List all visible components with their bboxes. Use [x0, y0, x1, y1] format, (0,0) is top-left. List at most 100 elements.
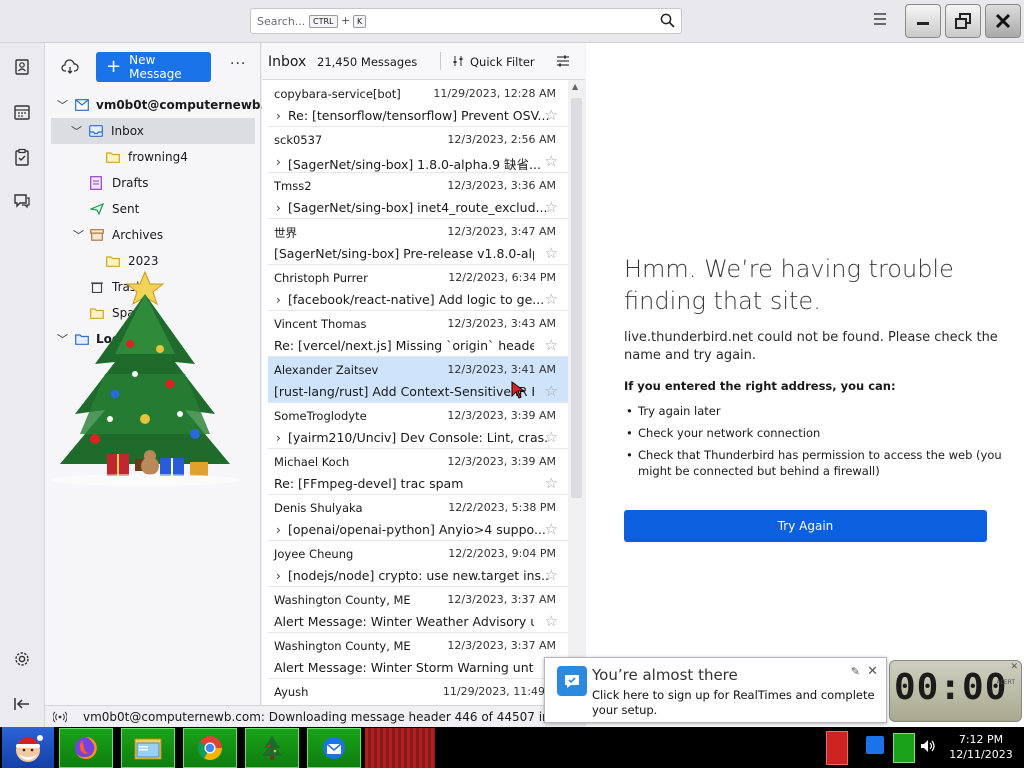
start-button[interactable] — [2, 727, 54, 768]
online-status-icon[interactable] — [53, 711, 67, 723]
thread-chevron-icon[interactable]: › — [276, 109, 281, 123]
message-row[interactable]: Christoph Purrer 12/2/2023, 6:34 PM › [face… — [268, 265, 568, 311]
get-messages-icon[interactable] — [61, 59, 79, 75]
folder-inbox[interactable]: ﹀ Inbox — [51, 118, 255, 144]
star-icon[interactable]: ☆ — [545, 612, 558, 630]
error-title: Hmm. We’re having trouble finding that s… — [624, 255, 954, 315]
search-input[interactable]: Search... CTRL + K — [250, 8, 682, 34]
message-subject: [openai/openai-python] Anyio>4 suppo... — [288, 522, 546, 537]
message-sender: Alexander Zaitsev — [274, 363, 379, 377]
address-book-button[interactable] — [7, 52, 37, 82]
star-icon[interactable]: ☆ — [545, 520, 558, 538]
taskbar-clock[interactable]: 7:12 PM 12/11/2023 — [944, 732, 1018, 762]
taskbar-chrome[interactable] — [183, 728, 237, 768]
star-icon[interactable]: ☆ — [545, 152, 558, 170]
message-row[interactable]: copybara-service[bot] 11/29/2023, 12:28 A… — [268, 81, 568, 127]
minimize-button[interactable] — [905, 4, 941, 38]
message-sender: Christoph Purrer — [274, 271, 368, 285]
message-row[interactable]: Denis Shulyaka 12/2/2023, 5:38 PM › [openai… — [268, 495, 568, 541]
close-window-button[interactable] — [985, 4, 1021, 38]
taskbar-thunderbird[interactable] — [307, 728, 361, 768]
message-row[interactable]: Washington County, ME 12/3/2023, 3:37 AM A… — [268, 587, 568, 633]
chevron-down-icon: ﹀ — [57, 99, 68, 112]
account-row[interactable]: ﹀ vm0b0t@computernewb... — [45, 92, 274, 118]
settings-button[interactable] — [7, 644, 37, 674]
taskbar-file-explorer[interactable] — [121, 728, 175, 768]
thunderbird-window: Search... CTRL + K + New Message ··· ﹀ v… — [0, 0, 1024, 768]
desktop-clock-widget: 00:00 ALERT ✕ — [889, 660, 1022, 722]
thread-chevron-icon[interactable]: › — [276, 431, 281, 445]
volume-icon[interactable] — [920, 739, 936, 753]
status-bar: vm0b0t@computernewb.com: Downloading mes… — [45, 705, 586, 746]
star-icon[interactable]: ☆ — [545, 336, 558, 354]
folder-sent[interactable]: Sent — [45, 196, 261, 222]
thread-chevron-icon[interactable]: › — [276, 155, 281, 169]
taskbar-window-button[interactable] — [365, 728, 435, 768]
taskbar-firefox[interactable] — [59, 728, 113, 768]
message-date: 12/3/2023, 3:41 AM — [447, 363, 556, 376]
thread-chevron-icon[interactable]: › — [276, 523, 281, 537]
calendar-button[interactable] — [7, 97, 37, 127]
message-sender: sck0537 — [274, 133, 323, 147]
notification-toast[interactable]: You’re almost there Click here to sign u… — [544, 657, 887, 723]
taskbar-christmas-tree[interactable] — [245, 728, 299, 768]
christmas-tree-overlay — [50, 270, 240, 486]
scrollbar-thumb[interactable] — [571, 98, 582, 498]
toast-close-icon[interactable]: ✕ — [867, 664, 878, 679]
app-menu-icon[interactable] — [872, 12, 888, 26]
message-row[interactable]: Michael Koch 12/3/2023, 3:39 AM Re: [FFmpe… — [268, 449, 568, 495]
message-subject: [rust-lang/rust] Add Context-Sensitive I… — [274, 384, 534, 399]
collapse-spaces-button[interactable] — [7, 689, 37, 719]
folder-drafts[interactable]: Drafts — [45, 170, 261, 196]
message-row[interactable]: Joyee Cheung 12/2/2023, 9:04 PM › [nodejs/n… — [268, 541, 568, 587]
message-row[interactable]: SomeTroglodyte 12/3/2023, 3:39 AM › [yairm2… — [268, 403, 568, 449]
thread-chevron-icon[interactable]: › — [276, 293, 281, 307]
tasks-button[interactable] — [7, 142, 37, 172]
star-icon[interactable]: ☆ — [545, 566, 558, 584]
toast-body: Click here to sign up for RealTimes and … — [592, 688, 875, 717]
star-icon[interactable]: ☆ — [545, 382, 558, 400]
list-title: Inbox — [268, 54, 307, 70]
message-subject: Re: [FFmpeg-devel] trac spam — [274, 476, 464, 491]
try-again-button[interactable]: Try Again — [624, 510, 987, 542]
clock-digits: 00:00 — [894, 667, 1008, 708]
star-icon[interactable]: ☆ — [545, 106, 558, 124]
folder-label: Sent — [112, 202, 140, 216]
message-date: 12/3/2023, 3:37 AM — [447, 593, 556, 606]
message-date: 12/3/2023, 3:39 AM — [447, 409, 556, 422]
scroll-up-icon[interactable]: ▲ — [572, 82, 578, 91]
chat-button[interactable] — [7, 186, 37, 216]
pin-icon[interactable]: ✎ — [851, 665, 860, 678]
star-icon[interactable]: ☆ — [545, 198, 558, 216]
message-row[interactable]: Washington County, ME 12/3/2023, 3:37 AM A… — [268, 633, 568, 679]
quick-filter-button[interactable]: Quick Filter — [470, 55, 535, 69]
list-display-options-icon[interactable] — [556, 54, 570, 68]
chrome-icon — [197, 736, 222, 761]
message-row[interactable]: Vincent Thomas 12/3/2023, 3:43 AM Re: [ver… — [268, 311, 568, 357]
tray-app-icon[interactable] — [826, 731, 848, 765]
message-row[interactable]: 世界 12/3/2023, 3:47 AM [SagerNet/sing-box] … — [268, 219, 568, 265]
new-message-button[interactable]: + New Message — [96, 52, 211, 82]
message-list-scrollbar[interactable]: ▲ — [568, 80, 585, 705]
star-icon[interactable]: ☆ — [545, 244, 558, 262]
inbox-icon — [89, 125, 103, 137]
message-sender: Michael Koch — [274, 455, 350, 469]
star-icon[interactable]: ☆ — [545, 290, 558, 308]
message-row[interactable]: sck0537 12/3/2023, 2:56 AM › [SagerNet/sing… — [268, 127, 568, 173]
folder-frowning4[interactable]: frowning4 — [45, 144, 261, 170]
more-options-icon[interactable]: ··· — [230, 56, 246, 72]
tray-thunderbird-icon[interactable] — [866, 736, 884, 754]
thread-chevron-icon[interactable]: › — [276, 201, 281, 215]
star-icon[interactable]: ☆ — [545, 474, 558, 492]
tray-network-icon[interactable] — [893, 733, 915, 763]
folder-archives[interactable]: ﹀ Archives — [45, 222, 261, 248]
shortcut-key-ctrl: CTRL — [309, 15, 338, 28]
message-count: 21,450 Messages — [317, 55, 418, 69]
thread-chevron-icon[interactable]: › — [276, 569, 281, 583]
widget-close-icon[interactable]: ✕ — [1010, 662, 1018, 672]
star-icon[interactable]: ☆ — [545, 428, 558, 446]
search-icon[interactable] — [660, 13, 675, 28]
folder-label: frowning4 — [128, 150, 188, 164]
restore-button[interactable] — [945, 4, 981, 38]
message-row[interactable]: Tmss2 12/3/2023, 3:36 AM › [SagerNet/sing-b… — [268, 173, 568, 219]
